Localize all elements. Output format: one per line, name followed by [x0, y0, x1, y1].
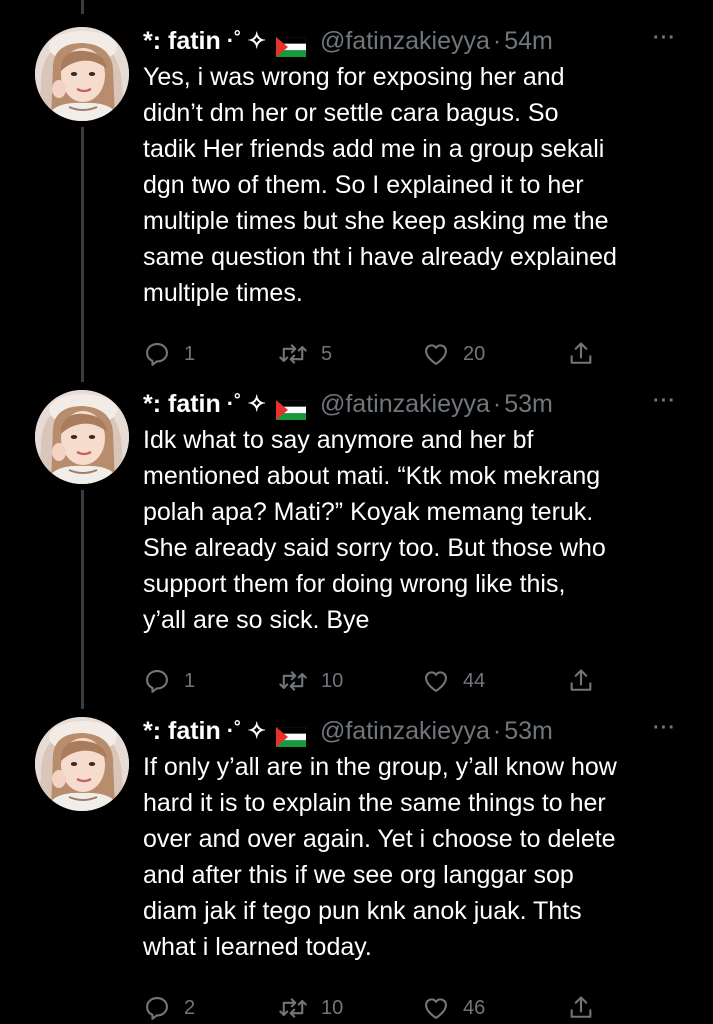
tweet-text-line: multiple times. [143, 279, 303, 307]
name-decoration: ·˚ ✧ [226, 391, 266, 416]
retweet-count: 10 [321, 996, 344, 1019]
tweet-text-line: y’all are so sick. Bye [143, 606, 370, 634]
timestamp[interactable]: 54m [504, 23, 553, 59]
separator-dot: · [492, 717, 502, 745]
palestine-flag-icon [275, 394, 307, 420]
share-button[interactable] [567, 337, 595, 371]
thread-line-top [81, 0, 84, 14]
more-options-icon[interactable]: ··· [653, 390, 676, 413]
share-icon[interactable] [567, 994, 595, 1022]
display-name[interactable]: *: fatin [143, 713, 221, 749]
tweet-text: Idk what to say anymore and her bf mentio… [143, 422, 688, 638]
like-button[interactable]: 46 [422, 991, 485, 1024]
tweet-header: *: fatin ·˚ ✧ @fatinzakieyya · 54m [143, 23, 553, 59]
timestamp[interactable]: 53m [504, 386, 553, 422]
tweet-text: Yes, i was wrong for exposing her and did… [143, 59, 688, 311]
tweet-text-line: multiple times but she keep asking me th… [143, 207, 609, 235]
share-button[interactable] [567, 664, 595, 698]
like-button[interactable]: 44 [422, 664, 485, 698]
tweet-text-line: dgn two of them. So I explained it to he… [143, 171, 584, 199]
heart-icon[interactable] [422, 340, 450, 368]
display-name[interactable]: *: fatin [143, 386, 221, 422]
tweet-text-line: diam jak if tego pun knk anok juak. Thts [143, 897, 582, 925]
reply-icon[interactable] [143, 994, 171, 1022]
retweet-icon[interactable] [278, 340, 308, 368]
timestamp[interactable]: 53m [504, 713, 553, 749]
reply-icon[interactable] [143, 340, 171, 368]
retweet-button[interactable]: 10 [278, 991, 343, 1024]
retweet-button[interactable]: 10 [278, 664, 343, 698]
avatar[interactable] [35, 390, 129, 484]
palestine-flag-icon [275, 31, 307, 57]
tweet-text-line: what i learned today. [143, 933, 372, 961]
name-decoration: ·˚ ✧ [226, 718, 266, 743]
tweet-header: *: fatin ·˚ ✧ @fatinzakieyya · 53m [143, 713, 553, 749]
heart-icon[interactable] [422, 994, 450, 1022]
tweet-text-line: Yes, i was wrong for exposing her and [143, 63, 565, 91]
display-name[interactable]: *: fatin [143, 23, 221, 59]
palestine-flag-icon [275, 721, 307, 747]
tweet-text-line: didn’t dm her or settle cara bagus. So [143, 99, 559, 127]
heart-icon[interactable] [422, 667, 450, 695]
avatar[interactable] [35, 717, 129, 811]
reply-count: 1 [184, 342, 196, 365]
user-handle[interactable]: @fatinzakieyya [320, 23, 490, 59]
share-button[interactable] [567, 991, 595, 1024]
retweet-icon[interactable] [278, 667, 308, 695]
thread-line [81, 127, 84, 382]
tweet-actions: 1 10 44 [143, 664, 603, 698]
reply-count: 1 [184, 669, 196, 692]
share-icon[interactable] [567, 667, 595, 695]
name-decoration: ·˚ ✧ [226, 28, 266, 53]
more-options-icon[interactable]: ··· [653, 717, 676, 740]
like-count: 44 [463, 669, 486, 692]
tweet-text-line: tadik Her friends add me in a group seka… [143, 135, 605, 163]
tweet-text-line: If only y’all are in the group, y’all kn… [143, 753, 617, 781]
reply-icon[interactable] [143, 667, 171, 695]
like-count: 20 [463, 342, 486, 365]
avatar[interactable] [35, 27, 129, 121]
separator-dot: · [492, 390, 502, 418]
reply-button[interactable]: 1 [143, 664, 195, 698]
tweet-text: If only y’all are in the group, y’all kn… [143, 749, 688, 965]
separator-dot: · [492, 27, 502, 55]
more-options-icon[interactable]: ··· [653, 27, 676, 50]
tweet-text-line: over and over again. Yet i choose to del… [143, 825, 616, 853]
tweet-actions: 2 10 46 [143, 991, 603, 1024]
retweet-count: 5 [321, 342, 333, 365]
tweet-text-line: hard it is to explain the same things to… [143, 789, 606, 817]
reply-button[interactable]: 2 [143, 991, 195, 1024]
tweet-text-line: polah apa? Mati?” Koyak memang teruk. [143, 498, 594, 526]
user-handle[interactable]: @fatinzakieyya [320, 713, 490, 749]
share-icon[interactable] [567, 340, 595, 368]
tweet-text-line: support them for doing wrong like this, [143, 570, 566, 598]
reply-count: 2 [184, 996, 196, 1019]
tweet-text-line: Idk what to say anymore and her bf [143, 426, 534, 454]
retweet-count: 10 [321, 669, 344, 692]
tweet-header: *: fatin ·˚ ✧ @fatinzakieyya · 53m [143, 386, 553, 422]
like-button[interactable]: 20 [422, 337, 485, 371]
tweet-text-line: and after this if we see org langgar sop [143, 861, 574, 889]
like-count: 46 [463, 996, 486, 1019]
tweet-text-line: mentioned about mati. “Ktk mok mekrang [143, 462, 601, 490]
tweet-actions: 1 5 20 [143, 337, 603, 371]
thread-line [81, 490, 84, 709]
tweet-text-line: She already said sorry too. But those wh… [143, 534, 606, 562]
retweet-icon[interactable] [278, 994, 308, 1022]
tweet-text-line: same question tht i have already explain… [143, 243, 617, 271]
user-handle[interactable]: @fatinzakieyya [320, 386, 490, 422]
retweet-button[interactable]: 5 [278, 337, 332, 371]
reply-button[interactable]: 1 [143, 337, 195, 371]
